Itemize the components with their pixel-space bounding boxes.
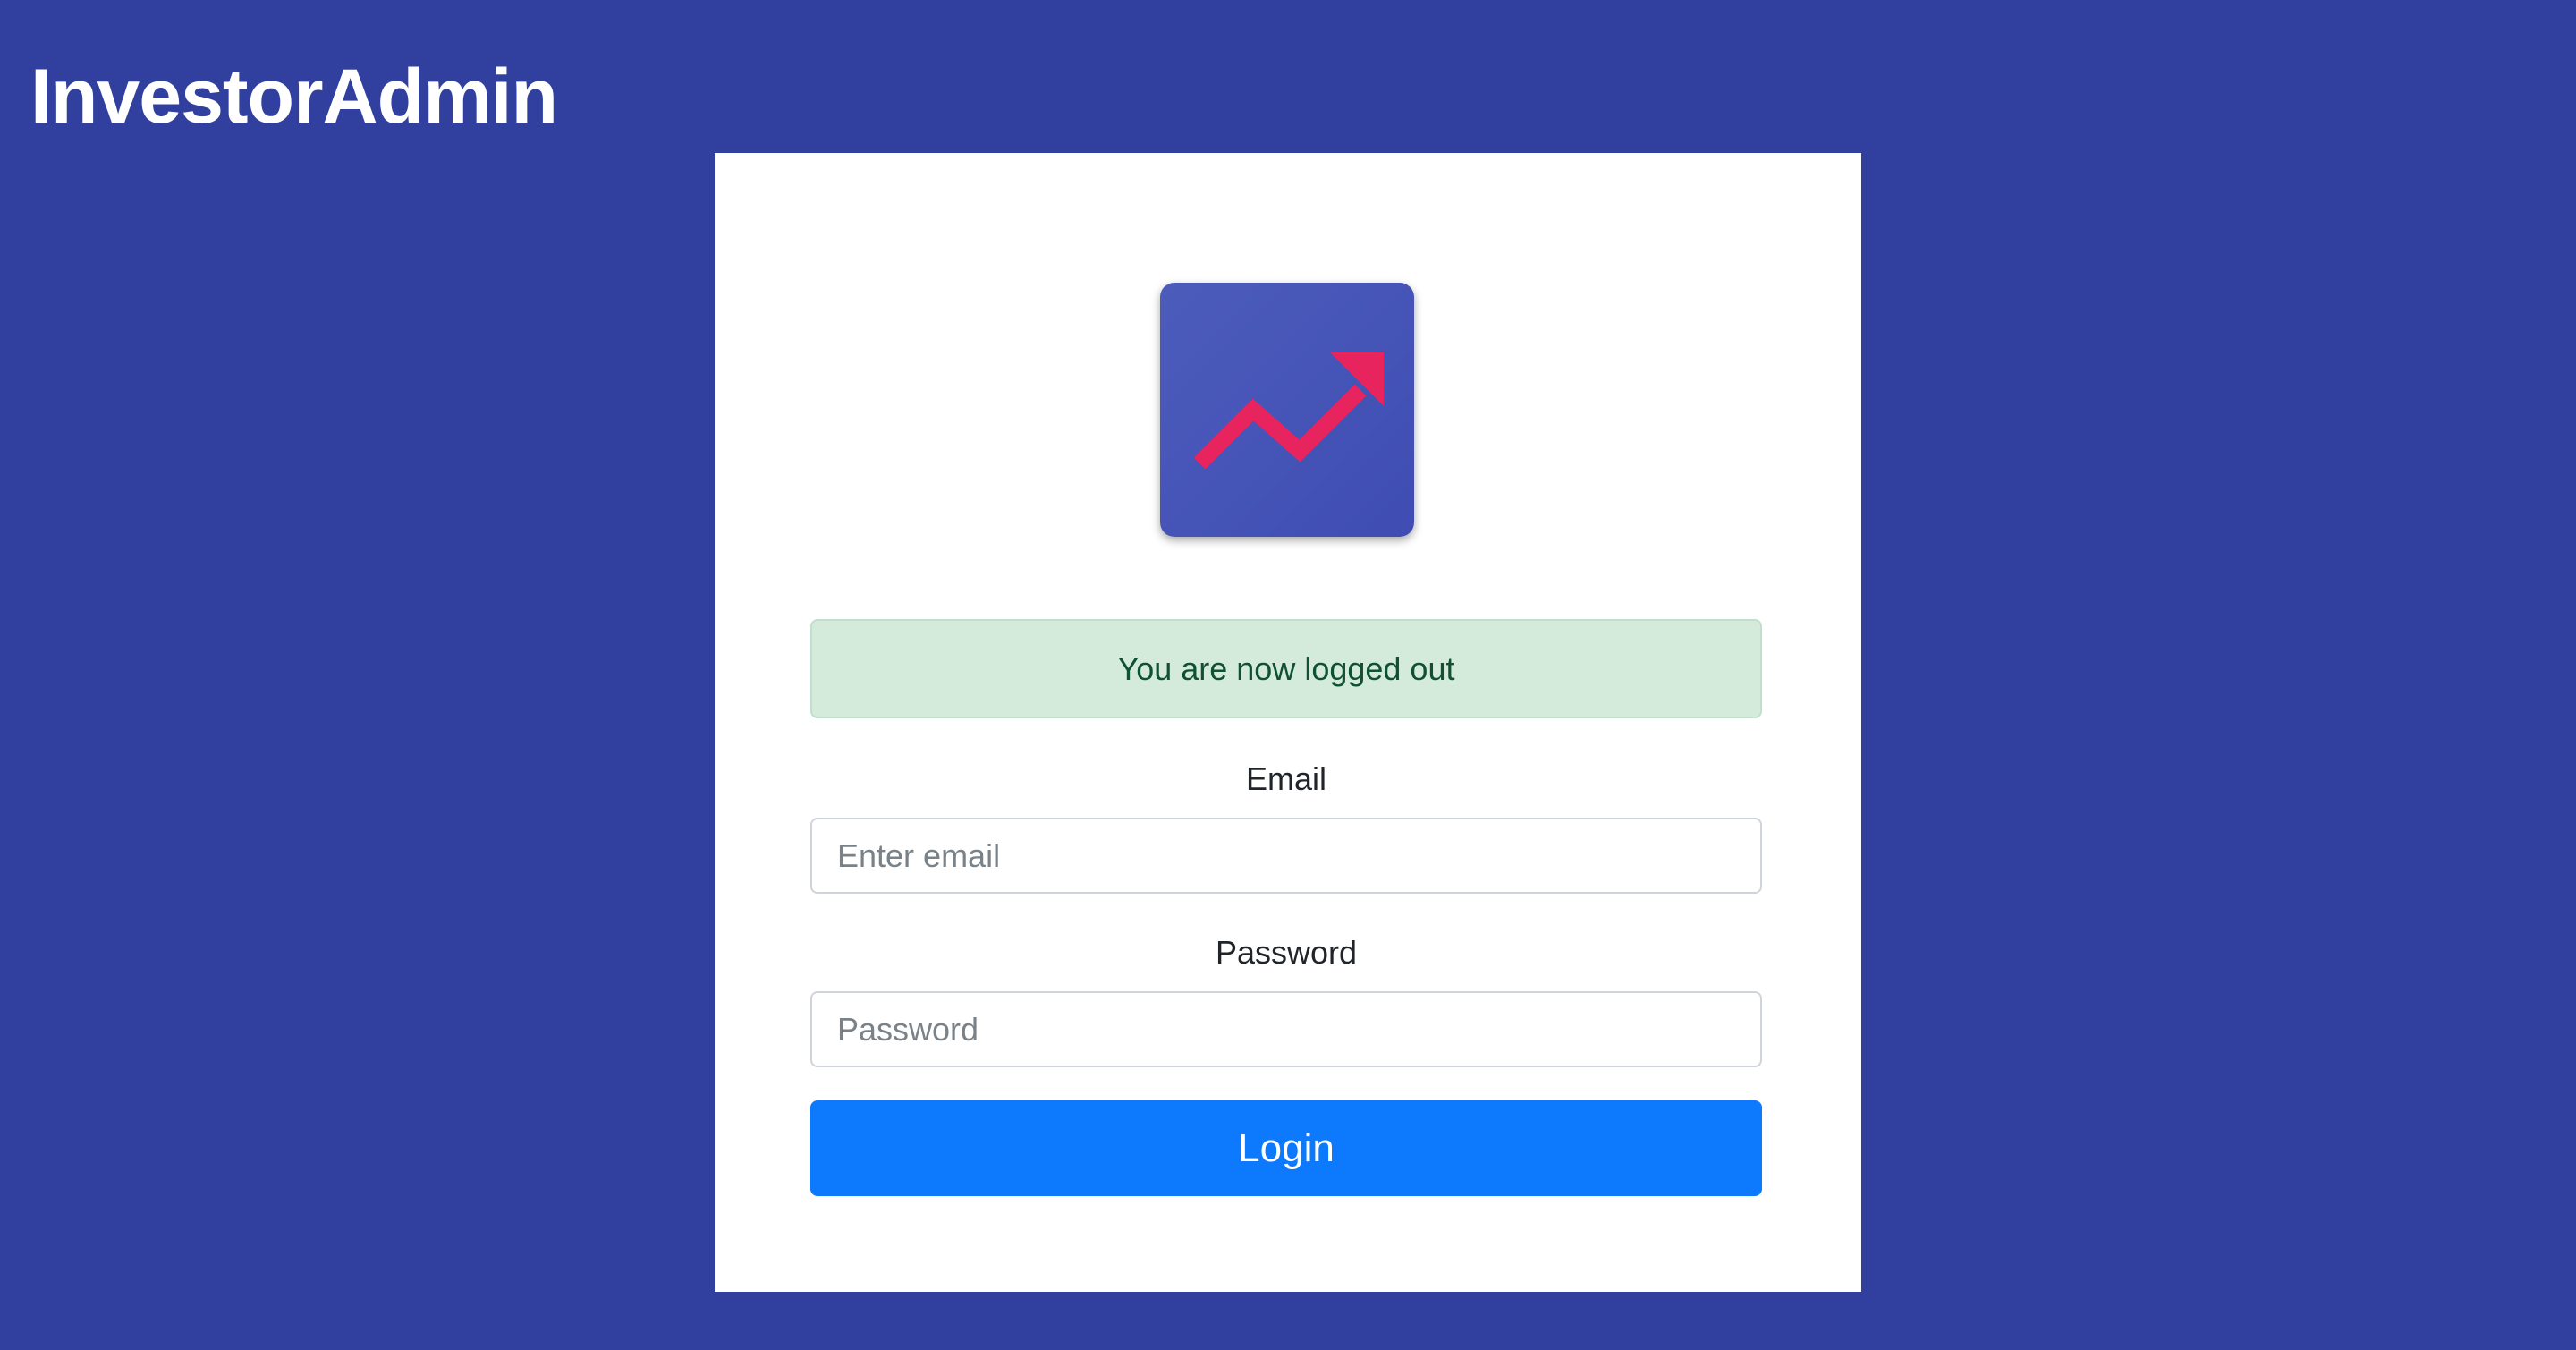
app-logo: [1160, 283, 1414, 537]
email-label: Email: [1245, 760, 1327, 797]
app-brand-title: InvestorAdmin: [30, 54, 558, 140]
logout-alert: You are now logged out: [810, 619, 1762, 718]
logout-alert-message: You are now logged out: [1117, 650, 1455, 687]
login-card: You are now logged out Email Password Lo…: [715, 153, 1861, 1292]
login-button[interactable]: Login: [810, 1100, 1762, 1196]
password-label: Password: [1215, 934, 1358, 971]
email-field[interactable]: [810, 818, 1762, 894]
trending-up-arrow-icon: [1193, 352, 1384, 470]
password-field[interactable]: [810, 991, 1762, 1067]
